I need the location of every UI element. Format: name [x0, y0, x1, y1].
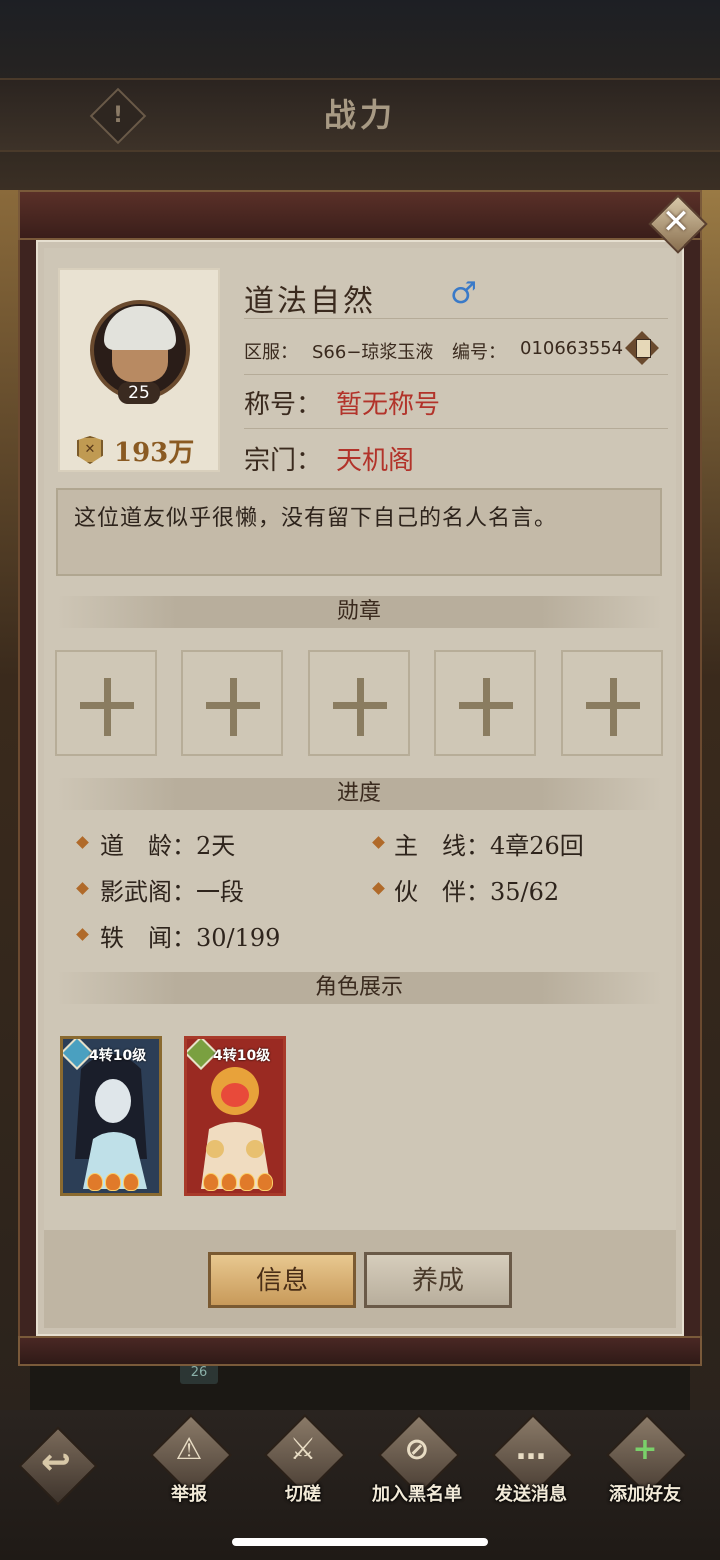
close-button[interactable]: ✕: [648, 194, 708, 254]
title-label: 称号：: [244, 390, 323, 420]
stat-value: 4章26回: [490, 832, 584, 860]
combat-power-value: 193万: [114, 438, 195, 468]
stat-value: 一段: [196, 878, 244, 906]
send-message-button[interactable]: … 发送消息: [476, 1413, 586, 1518]
warning-triangle-icon: ⚠: [175, 1432, 203, 1467]
spar-button[interactable]: ⚔ 切磋: [248, 1413, 358, 1518]
server-label: 区服：: [244, 342, 298, 363]
stat-label: 道 龄：: [100, 832, 196, 860]
stat-main-story: 主 线：4章26回: [394, 826, 584, 861]
send-message-label: 发送消息: [495, 1484, 567, 1505]
copy-icon: [636, 339, 651, 358]
stat-partners: 伙 伴：35/62: [394, 872, 559, 907]
dialog-footer: [44, 1230, 676, 1328]
rank-icon: [203, 1173, 219, 1191]
back-button[interactable]: ↩: [18, 1426, 98, 1506]
player-id-label: 编号：: [452, 342, 506, 363]
motto-text: 这位道友似乎很懒，没有留下自己的名人名言。: [74, 506, 558, 531]
male-icon: ♂: [450, 276, 477, 311]
page-title: 战力: [323, 96, 396, 134]
showcase-header: 角色展示: [56, 972, 662, 1004]
add-friend-label: 添加好友: [609, 1484, 681, 1505]
stat-label: 轶 闻：: [100, 924, 196, 952]
server-value: S66−琼浆玉液: [312, 342, 434, 363]
rank-icon: [123, 1173, 139, 1191]
tab-info[interactable]: 信息: [208, 1252, 356, 1308]
sect-value: 天机阁: [336, 446, 415, 476]
stat-value: 35/62: [490, 878, 560, 906]
copy-id-button[interactable]: [624, 330, 660, 366]
divider: [244, 428, 668, 429]
stat-shadow-pavilion: 影武阁：一段: [100, 872, 244, 907]
report-button[interactable]: ⚠ 举报: [134, 1413, 244, 1518]
back-icon: ↩: [40, 1442, 72, 1483]
sect-label: 宗门：: [244, 446, 323, 476]
divider: [244, 374, 668, 375]
stat-anecdotes: 轶 闻：30/199: [100, 918, 280, 953]
add-friend-icon: +: [632, 1432, 658, 1467]
close-icon: ✕: [661, 202, 691, 242]
tab-train[interactable]: 养成: [364, 1252, 512, 1308]
hero-level: 4转10级: [213, 1048, 271, 1064]
medal-slot[interactable]: [561, 650, 663, 756]
rank-icon: [221, 1173, 237, 1191]
medal-slot[interactable]: [55, 650, 157, 756]
medal-slot[interactable]: [308, 650, 410, 756]
stat-label: 伙 伴：: [394, 878, 490, 906]
medals-header: 勋章: [56, 596, 662, 628]
rank-icon: [87, 1173, 103, 1191]
add-friend-button[interactable]: + 添加好友: [590, 1413, 700, 1518]
stat-label: 主 线：: [394, 832, 490, 860]
player-name: 道法自然: [244, 284, 376, 319]
home-indicator[interactable]: [232, 1538, 488, 1546]
dialog-bottom-bar: [18, 1336, 702, 1366]
avatar-level: 25: [118, 382, 160, 404]
stat-value: 2天: [196, 832, 236, 860]
hero-card[interactable]: 4转10级: [184, 1036, 286, 1196]
rank-icon: [239, 1173, 255, 1191]
divider: [244, 318, 668, 319]
crossed-swords-icon: ⚔: [289, 1432, 317, 1467]
report-label: 举报: [171, 1484, 207, 1505]
medal-slot[interactable]: [181, 650, 283, 756]
player-id-value: 010663554: [520, 338, 624, 359]
blacklist-button[interactable]: ⊘ 加入黑名单: [362, 1413, 472, 1518]
dialog-top-bar: [18, 190, 702, 240]
stat-value: 30/199: [196, 924, 281, 952]
block-user-icon: ⊘: [404, 1432, 430, 1467]
medal-slot[interactable]: [434, 650, 536, 756]
progress-header: 进度: [56, 778, 662, 810]
blacklist-label: 加入黑名单: [372, 1484, 462, 1505]
avatar-hair: [104, 306, 176, 350]
stat-age: 道 龄：2天: [100, 826, 235, 861]
rank-icon: [257, 1173, 273, 1191]
spar-label: 切磋: [285, 1484, 321, 1505]
stat-label: 影武阁：: [100, 878, 196, 906]
hero-card[interactable]: 4转10级: [60, 1036, 162, 1196]
rank-icon: [105, 1173, 121, 1191]
chat-bubble-icon: …: [516, 1432, 546, 1467]
title-value: 暂无称号: [336, 390, 441, 420]
hero-level: 4转10级: [89, 1048, 147, 1064]
